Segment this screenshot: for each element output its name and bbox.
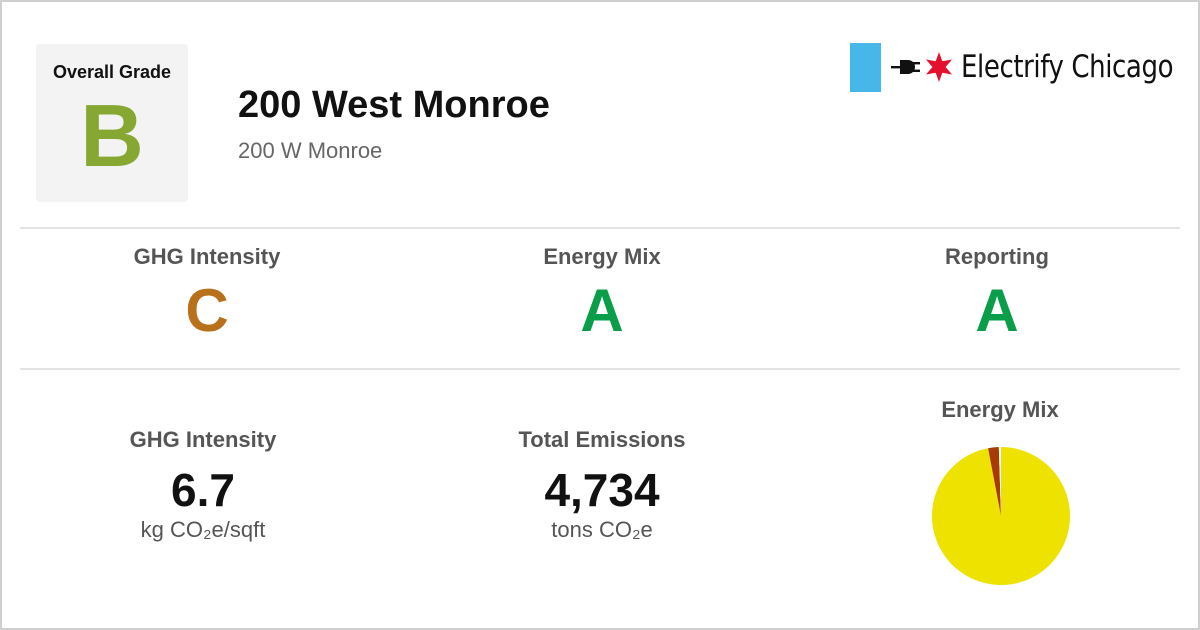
ghg-intensity-stat: GHG Intensity 6.7 kg CO₂e/sqft [3, 427, 403, 543]
brand-logo[interactable]: Electrify Chicago [850, 42, 1200, 92]
energy-mix-pie [931, 446, 1071, 586]
star-icon [926, 52, 952, 82]
ghg-intensity-value: 6.7 [171, 464, 235, 516]
building-address: 200 W Monroe [238, 138, 383, 163]
brand-wordmark: Electrify Chicago [961, 49, 1174, 85]
ghg-intensity-unit: kg CO₂e/sqft [140, 517, 266, 542]
total-emissions-stat: Total Emissions 4,734 tons CO₂e [402, 427, 802, 543]
divider-bottom [20, 368, 1180, 370]
divider-top [20, 227, 1180, 229]
ghg-intensity-grade-letter: C [185, 277, 229, 344]
plug-icon [891, 60, 920, 74]
energy-mix-chart-block: Energy Mix [800, 397, 1200, 423]
overall-grade-box: Overall Grade B [36, 44, 188, 202]
energy-mix-chart-title: Energy Mix [941, 397, 1059, 422]
total-emissions-label: Total Emissions [518, 427, 686, 452]
overall-grade-label: Overall Grade [52, 62, 172, 82]
building-name: 200 West Monroe [238, 84, 550, 126]
energy-mix-grade-label: Energy Mix [543, 244, 661, 269]
ghg-intensity-stat-label: GHG Intensity [129, 427, 277, 452]
total-emissions-value: 4,734 [544, 464, 660, 516]
card: Overall Grade B 200 West Monroe 200 W Mo… [0, 0, 1200, 630]
ghg-intensity-grade: GHG Intensity C [7, 242, 407, 346]
total-emissions-unit: tons CO₂e [551, 517, 653, 542]
energy-mix-pie-chart [932, 447, 1070, 585]
energy-mix-grade-letter: A [580, 277, 624, 344]
overall-grade-letter: B [80, 86, 144, 185]
reporting-grade: Reporting A [797, 242, 1197, 346]
flag-stripe-icon [850, 42, 881, 92]
reporting-grade-letter: A [975, 277, 1019, 344]
reporting-grade-label: Reporting [945, 244, 1049, 269]
energy-mix-grade: Energy Mix A [402, 242, 802, 346]
ghg-intensity-grade-label: GHG Intensity [133, 244, 281, 269]
